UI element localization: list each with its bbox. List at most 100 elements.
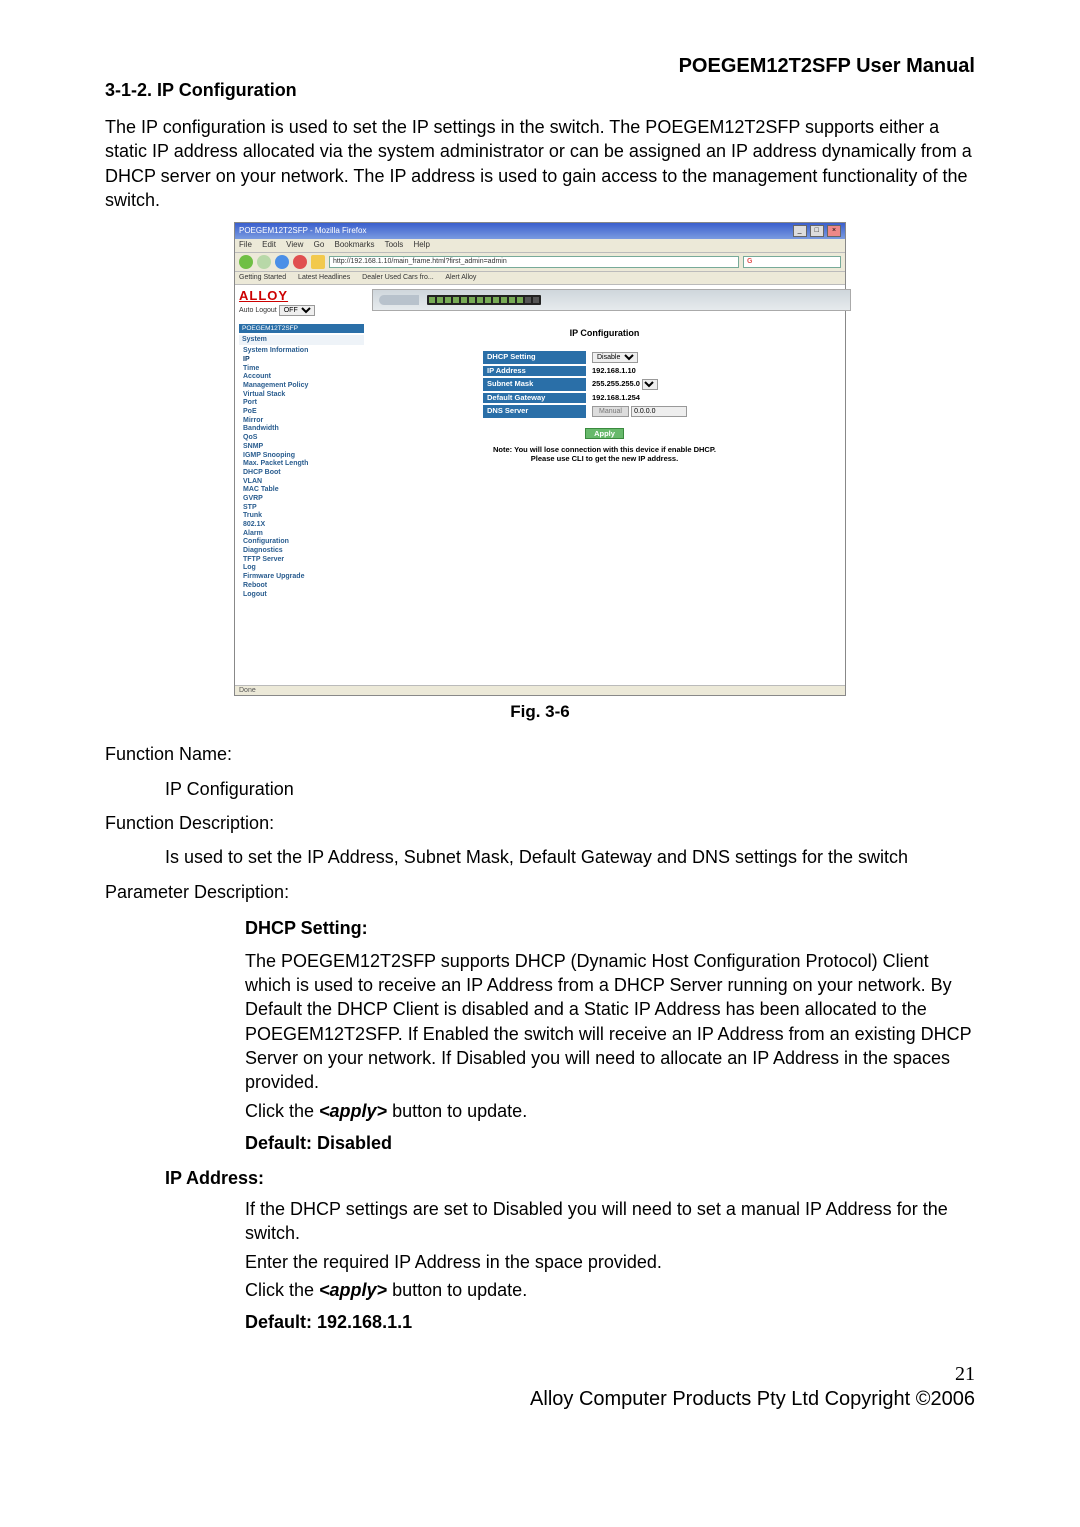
nav-log[interactable]: Log xyxy=(243,564,364,573)
copyright-footer: Alloy Computer Products Pty Ltd Copyrigh… xyxy=(105,1388,975,1411)
menu-help[interactable]: Help xyxy=(414,240,430,249)
dhcp-setting-title: DHCP Setting: xyxy=(245,918,975,939)
nav-snmp[interactable]: SNMP xyxy=(243,442,364,451)
nav-management-policy[interactable]: Management Policy xyxy=(243,382,364,391)
nav-ip[interactable]: IP xyxy=(243,355,364,364)
bookmark-bar: Getting Started Latest Headlines Dealer … xyxy=(235,272,845,285)
nav-vlan[interactable]: VLAN xyxy=(243,477,364,486)
nav-max-packet-length[interactable]: Max. Packet Length xyxy=(243,460,364,469)
dns-mode-button[interactable] xyxy=(592,406,629,417)
nav-system-information[interactable]: System Information xyxy=(243,347,364,356)
screenshot-figure: POEGEM12T2SFP - Mozilla Firefox _ □ × Fi… xyxy=(234,222,846,696)
dhcp-setting-body: The POEGEM12T2SFP supports DHCP (Dynamic… xyxy=(245,949,975,1095)
menu-view[interactable]: View xyxy=(286,240,303,249)
brand-logo: ALLOY xyxy=(239,289,364,303)
nav-alarm[interactable]: Alarm xyxy=(243,529,364,538)
nav-logout[interactable]: Logout xyxy=(243,590,364,599)
nav-diagnostics[interactable]: Diagnostics xyxy=(243,547,364,556)
ip-address-body-1: If the DHCP settings are set to Disabled… xyxy=(245,1197,975,1246)
device-image xyxy=(372,289,851,311)
parameter-description-label: Parameter Description: xyxy=(105,880,975,904)
auto-logout-row: Auto Logout OFF xyxy=(239,305,364,316)
page-number: 21 xyxy=(105,1363,975,1386)
nav-configuration[interactable]: Configuration xyxy=(243,538,364,547)
nav-firmware-upgrade[interactable]: Firmware Upgrade xyxy=(243,573,364,582)
nav-account[interactable]: Account xyxy=(243,373,364,382)
auto-logout-select[interactable]: OFF xyxy=(279,305,315,316)
model-band: POEGEM12T2SFP xyxy=(239,324,364,333)
back-icon[interactable] xyxy=(239,255,253,269)
nav-stp[interactable]: STP xyxy=(243,503,364,512)
nav-port[interactable]: Port xyxy=(243,399,364,408)
bookmark-latest-headlines[interactable]: Latest Headlines xyxy=(298,274,350,281)
label-subnet-mask: Subnet Mask xyxy=(483,378,586,391)
browser-toolbar: http://192.168.1.10/main_frame.html?firs… xyxy=(235,253,845,272)
dhcp-click-apply: Click the <apply> button to update. xyxy=(245,1099,975,1123)
reload-icon[interactable] xyxy=(275,255,289,269)
nav-mac-table[interactable]: MAC Table xyxy=(243,486,364,495)
section-title: 3-1-2. IP Configuration xyxy=(105,80,975,101)
menu-edit[interactable]: Edit xyxy=(262,240,276,249)
nav-list: System Information IP Time Account Manag… xyxy=(239,347,364,599)
ip-config-table: DHCP Setting Disable IP Address 192.168.… xyxy=(481,349,728,421)
nav-dhcp-boot[interactable]: DHCP Boot xyxy=(243,468,364,477)
apply-word: <apply> xyxy=(319,1101,387,1121)
label-ip-address: IP Address xyxy=(483,366,586,376)
function-description-label: Function Description: xyxy=(105,811,975,835)
nav-bandwidth[interactable]: Bandwidth xyxy=(243,425,364,434)
nav-8021x[interactable]: 802.1X xyxy=(243,521,364,530)
browser-title: POEGEM12T2SFP - Mozilla Firefox xyxy=(239,227,366,236)
search-box[interactable]: G xyxy=(743,256,841,268)
menu-tools[interactable]: Tools xyxy=(385,240,404,249)
subnet-select[interactable] xyxy=(642,379,658,390)
status-bar: Done xyxy=(235,685,845,696)
menu-go[interactable]: Go xyxy=(314,240,325,249)
nav-reboot[interactable]: Reboot xyxy=(243,581,364,590)
page-title: IP Configuration xyxy=(372,329,837,339)
nav-mirror[interactable]: Mirror xyxy=(243,416,364,425)
stop-icon[interactable] xyxy=(293,255,307,269)
nav-poe[interactable]: PoE xyxy=(243,408,364,417)
bookmark-dealer-cars[interactable]: Dealer Used Cars fro... xyxy=(362,274,434,281)
forward-icon[interactable] xyxy=(257,255,271,269)
value-default-gateway: 192.168.1.254 xyxy=(588,393,726,403)
bookmark-alert-alloy[interactable]: Alert Alloy xyxy=(445,274,476,281)
nav-time[interactable]: Time xyxy=(243,364,364,373)
close-icon[interactable]: × xyxy=(827,225,841,237)
browser-menu[interactable]: File Edit View Go Bookmarks Tools Help xyxy=(235,239,845,253)
ip-address-title: IP Address: xyxy=(165,1168,975,1189)
function-description-value: Is used to set the IP Address, Subnet Ma… xyxy=(165,845,975,869)
dhcp-default: Default: Disabled xyxy=(245,1133,975,1154)
label-dns-server: DNS Server xyxy=(483,405,586,418)
ip-address-body-2: Enter the required IP Address in the spa… xyxy=(245,1250,975,1274)
nav-qos[interactable]: QoS xyxy=(243,434,364,443)
url-bar[interactable]: http://192.168.1.10/main_frame.html?firs… xyxy=(329,256,739,268)
minimize-icon[interactable]: _ xyxy=(793,225,807,237)
value-subnet-mask: 255.255.255.0 xyxy=(592,379,640,388)
google-icon: G xyxy=(747,258,752,266)
bookmark-getting-started[interactable]: Getting Started xyxy=(239,274,286,281)
browser-titlebar: POEGEM12T2SFP - Mozilla Firefox _ □ × xyxy=(235,223,845,239)
sidebar: ALLOY Auto Logout OFF POEGEM12T2SFP Syst… xyxy=(235,285,364,685)
nav-virtual-stack[interactable]: Virtual Stack xyxy=(243,390,364,399)
maximize-icon[interactable]: □ xyxy=(810,225,824,237)
menu-file[interactable]: File xyxy=(239,240,252,249)
nav-group-system[interactable]: System xyxy=(239,335,364,345)
figure-caption: Fig. 3-6 xyxy=(105,702,975,722)
menu-bookmarks[interactable]: Bookmarks xyxy=(335,240,375,249)
note-line-1: Note: You will lose connection with this… xyxy=(372,445,837,454)
nav-trunk[interactable]: Trunk xyxy=(243,512,364,521)
auto-logout-label: Auto Logout xyxy=(239,307,277,314)
dhcp-select[interactable]: Disable xyxy=(592,352,638,363)
nav-tftp-server[interactable]: TFTP Server xyxy=(243,555,364,564)
home-icon[interactable] xyxy=(311,255,325,269)
dns-input[interactable] xyxy=(631,406,687,417)
window-buttons[interactable]: _ □ × xyxy=(792,225,841,237)
apply-button[interactable]: Apply xyxy=(585,428,624,439)
apply-word: <apply> xyxy=(319,1280,387,1300)
note-line-2: Please use CLI to get the new IP address… xyxy=(372,454,837,463)
intro-paragraph: The IP configuration is used to set the … xyxy=(105,115,975,212)
function-name-value: IP Configuration xyxy=(165,777,975,801)
nav-gvrp[interactable]: GVRP xyxy=(243,494,364,503)
nav-igmp-snooping[interactable]: IGMP Snooping xyxy=(243,451,364,460)
